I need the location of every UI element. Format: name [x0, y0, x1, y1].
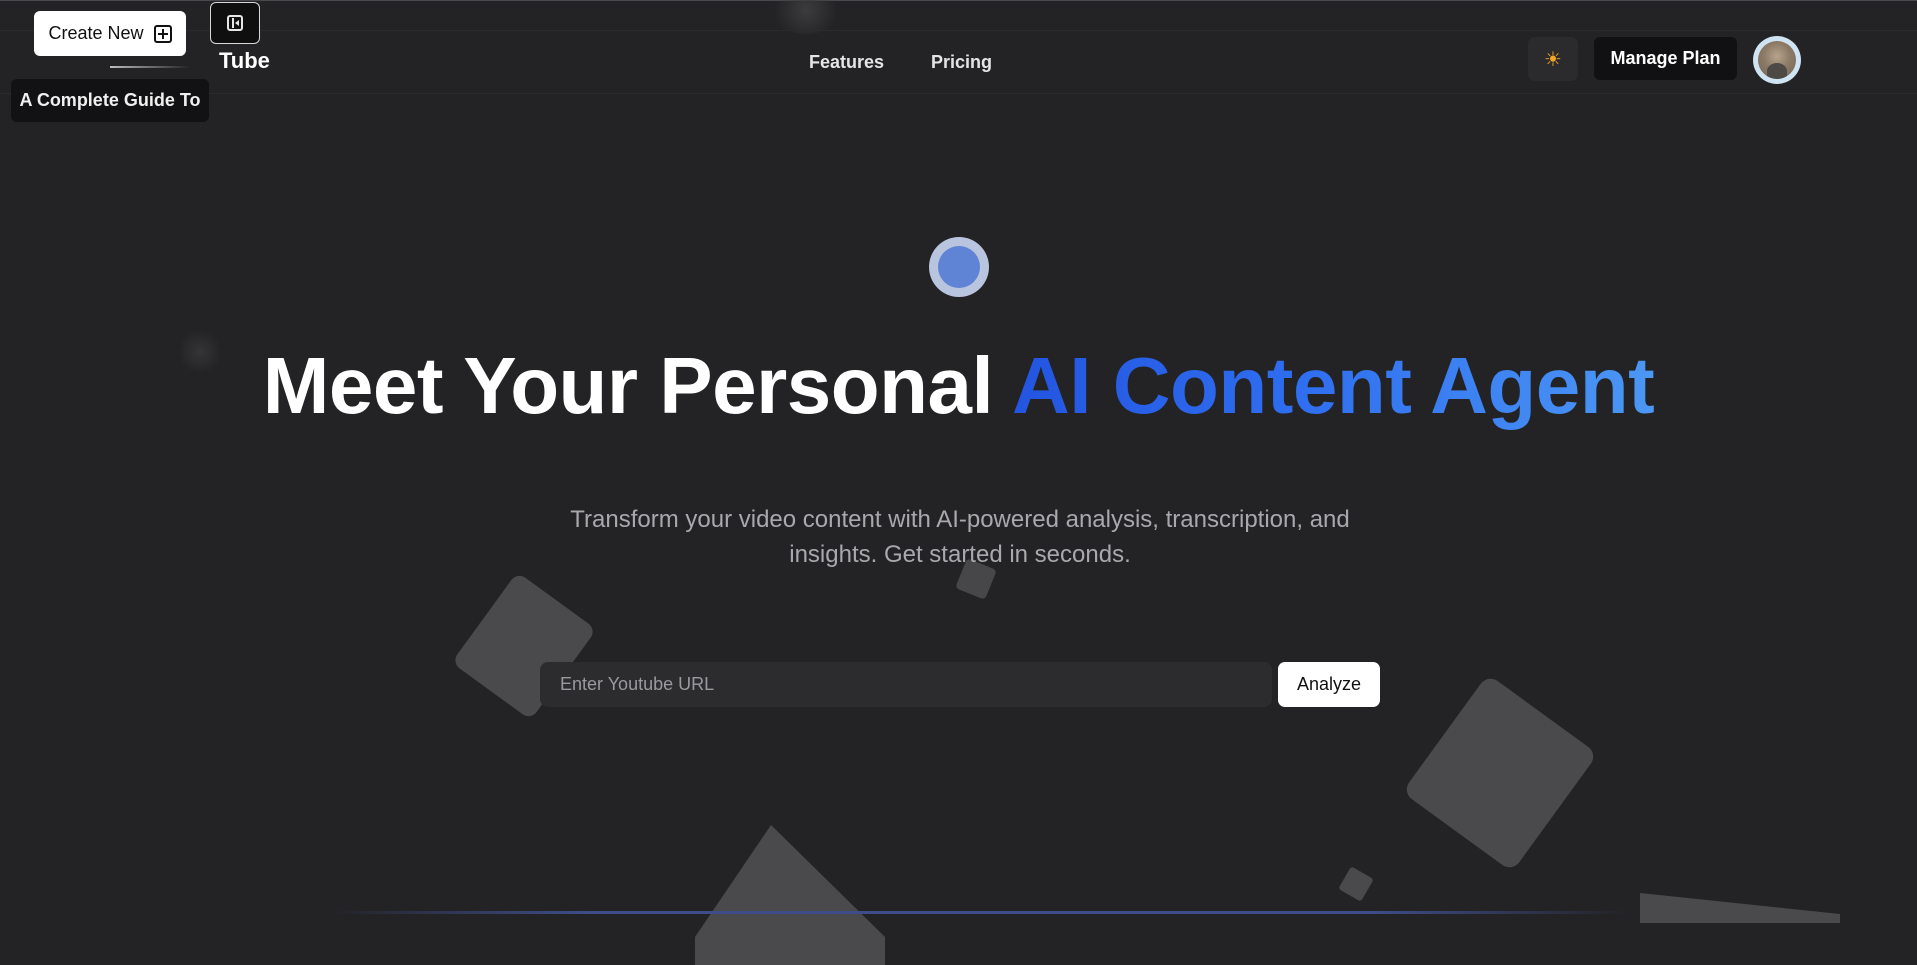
- decorative-square: [1402, 673, 1598, 873]
- brand-name[interactable]: Tube: [219, 48, 270, 74]
- panel-collapse-icon: [227, 15, 243, 31]
- create-new-button[interactable]: Create New: [34, 11, 186, 56]
- youtube-url-input[interactable]: [540, 662, 1272, 707]
- analyze-button[interactable]: Analyze: [1278, 662, 1380, 707]
- decorative-line: [110, 66, 190, 68]
- manage-plan-button[interactable]: Manage Plan: [1594, 37, 1737, 80]
- hero-title: Meet Your Personal AI Content Agent: [0, 340, 1917, 432]
- theme-toggle-button[interactable]: ☀: [1528, 37, 1578, 81]
- hero-title-plain: Meet Your Personal: [262, 341, 994, 430]
- nav-link-pricing[interactable]: Pricing: [931, 52, 992, 73]
- nav-link-features[interactable]: Features: [809, 52, 884, 73]
- decorative-shape: [1640, 893, 1840, 923]
- orb-core: [938, 246, 980, 288]
- sidebar-toggle-button[interactable]: [210, 2, 260, 44]
- window-top-border: [0, 0, 1917, 1]
- hero-title-accent: AI Content Agent: [1011, 341, 1655, 430]
- sun-icon: ☀: [1544, 48, 1562, 71]
- user-avatar[interactable]: [1753, 36, 1801, 84]
- agent-orb-icon: [929, 237, 989, 297]
- decorative-shape: [695, 825, 885, 965]
- background-glow: [768, 0, 844, 34]
- create-new-label: Create New: [48, 23, 144, 43]
- plus-square-icon: [153, 24, 172, 43]
- hero-subtitle: Transform your video content with AI-pow…: [570, 506, 1350, 568]
- avatar-image: [1758, 41, 1796, 79]
- guide-tooltip[interactable]: A Complete Guide To: [11, 79, 209, 122]
- decorative-square: [1338, 866, 1374, 902]
